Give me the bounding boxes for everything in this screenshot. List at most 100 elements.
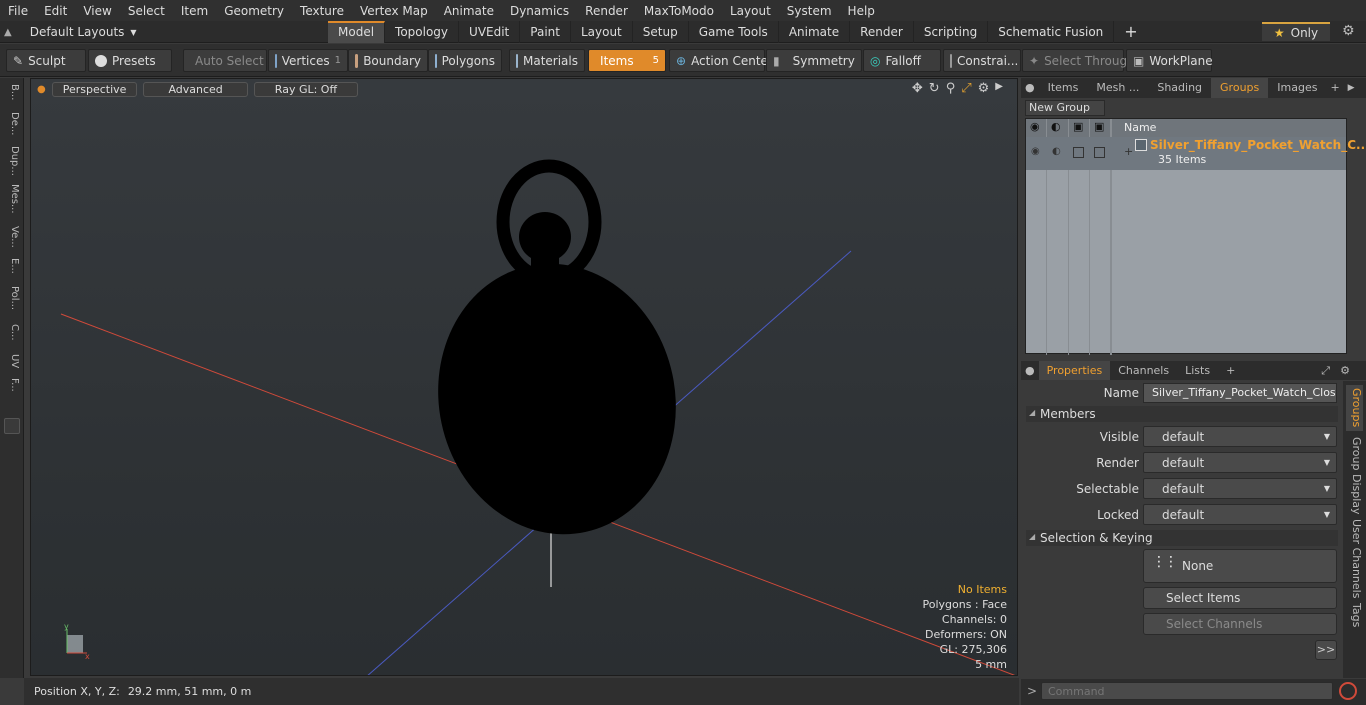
menu-render[interactable]: Render	[577, 4, 636, 18]
viewport-gear-icon[interactable]: ⚙	[978, 81, 990, 96]
tab-groups[interactable]: Groups	[1211, 78, 1269, 98]
tab-items[interactable]: Items	[1039, 78, 1088, 98]
row-render-icon[interactable]: ◐	[1052, 146, 1061, 157]
tab-paint[interactable]: Paint	[520, 21, 571, 43]
name-field[interactable]: Silver_Tiffany_Pocket_Watch_Closed	[1143, 383, 1337, 403]
tab-lists[interactable]: Lists	[1177, 361, 1218, 380]
menu-item[interactable]: Item	[173, 4, 216, 18]
items-button[interactable]: Items 5	[588, 49, 666, 72]
pan-icon[interactable]: ✥	[912, 81, 923, 96]
vtab-tags[interactable]: Tags	[1346, 603, 1363, 627]
viewport-menu-dot[interactable]: ●	[37, 84, 46, 95]
perspective-button[interactable]: Perspective	[51, 81, 138, 97]
menu-vertex-map[interactable]: Vertex Map	[352, 4, 436, 18]
menu-view[interactable]: View	[75, 4, 119, 18]
prop-gear-icon[interactable]: ⚙	[1338, 361, 1352, 380]
tab-setup[interactable]: Setup	[633, 21, 689, 43]
workplane-button[interactable]: ▣ WorkPlane	[1126, 49, 1213, 72]
advanced-button[interactable]: Advanced	[143, 81, 248, 97]
materials-button[interactable]: Materials	[509, 49, 585, 72]
strip-collapse-button[interactable]	[4, 418, 20, 434]
maximize-icon[interactable]: ⤢	[961, 81, 971, 96]
select-through-button[interactable]: ✦ Select Through	[1022, 49, 1135, 72]
constraints-button[interactable]: Constrai...	[943, 49, 1021, 72]
name-column-header[interactable]: Name	[1124, 121, 1156, 134]
select-channels-button[interactable]: Select Channels	[1143, 613, 1337, 635]
3d-viewport[interactable]: y x ● Perspective Advanced Ray GL: Off ✥…	[30, 78, 1018, 676]
strip-tab-fusion[interactable]: F...	[4, 378, 20, 392]
strip-tab-uv[interactable]: UV	[4, 354, 20, 368]
prop-expand-icon[interactable]: ⤢	[1313, 361, 1338, 380]
vtab-groups[interactable]: Groups	[1346, 385, 1363, 431]
visibility-eye-icon[interactable]: ◉	[1030, 120, 1040, 133]
menu-layout[interactable]: Layout	[722, 4, 779, 18]
visible-dropdown[interactable]: default ▼	[1143, 426, 1337, 447]
expand-icon[interactable]: +	[1124, 145, 1133, 158]
zoom-icon[interactable]: ⚲	[946, 81, 956, 96]
menu-maxtomodo[interactable]: MaxToModo	[636, 4, 722, 18]
row-select-checkbox[interactable]	[1094, 147, 1105, 158]
rotate-icon[interactable]: ↻	[929, 81, 940, 96]
only-toggle[interactable]: ★ Only	[1262, 22, 1330, 41]
polygons-button[interactable]: Polygons	[428, 49, 502, 72]
menu-dynamics[interactable]: Dynamics	[502, 4, 577, 18]
strip-tab-curve[interactable]: C...	[4, 324, 20, 341]
add-panel-tab-icon[interactable]: +	[1326, 78, 1343, 98]
selectable-dropdown[interactable]: default ▼	[1143, 478, 1337, 499]
symmetry-button[interactable]: ▮ Symmetry	[766, 49, 862, 72]
locked-dropdown[interactable]: default ▼	[1143, 504, 1337, 525]
tab-topology[interactable]: Topology	[385, 21, 460, 43]
presets-button[interactable]: Presets	[88, 49, 172, 72]
boundary-button[interactable]: Boundary	[348, 49, 428, 72]
tab-images[interactable]: Images	[1268, 78, 1326, 98]
row-lock-checkbox[interactable]	[1073, 147, 1084, 158]
strip-tab-edge[interactable]: E...	[4, 258, 20, 274]
menu-geometry[interactable]: Geometry	[216, 4, 292, 18]
none-button[interactable]: ⋮⋮ None	[1143, 549, 1337, 583]
record-icon[interactable]	[1339, 682, 1357, 700]
render-icon[interactable]: ◐	[1051, 120, 1061, 133]
strip-tab-vertex[interactable]: Ve...	[4, 226, 20, 248]
tab-game-tools[interactable]: Game Tools	[689, 21, 779, 43]
menu-file[interactable]: File	[0, 4, 36, 18]
strip-tab-deform[interactable]: De...	[4, 112, 20, 135]
tab-mesh[interactable]: Mesh ...	[1087, 78, 1148, 98]
vtab-user-channels[interactable]: User Channels	[1346, 519, 1363, 598]
raygl-button[interactable]: Ray GL: Off	[253, 81, 359, 97]
add-prop-tab-icon[interactable]: +	[1218, 361, 1243, 380]
auto-select-button[interactable]: Auto Select	[183, 49, 267, 72]
tab-render[interactable]: Render	[850, 21, 914, 43]
tab-schematic-fusion[interactable]: Schematic Fusion	[988, 21, 1115, 43]
sculpt-button[interactable]: ✎ Sculpt	[6, 49, 86, 72]
select-icon[interactable]: ▣	[1094, 120, 1104, 133]
strip-tab-polygon[interactable]: Pol...	[4, 286, 20, 310]
select-items-button[interactable]: Select Items	[1143, 587, 1337, 609]
menu-system[interactable]: System	[779, 4, 840, 18]
strip-tab-mesh[interactable]: Mes...	[4, 184, 20, 214]
tab-channels[interactable]: Channels	[1110, 361, 1177, 380]
vtab-group-display[interactable]: Group Display	[1346, 437, 1363, 515]
menu-texture[interactable]: Texture	[292, 4, 352, 18]
add-tab-icon[interactable]: +	[1114, 21, 1147, 43]
menu-select[interactable]: Select	[120, 4, 173, 18]
tab-layout[interactable]: Layout	[571, 21, 633, 43]
strip-tab-basic[interactable]: B...	[4, 84, 20, 100]
gear-icon[interactable]: ⚙	[1342, 23, 1355, 39]
action-center-button[interactable]: ⊕ Action Center	[669, 49, 773, 72]
menu-edit[interactable]: Edit	[36, 4, 75, 18]
menu-animate[interactable]: Animate	[436, 4, 502, 18]
panel-arrow-icon[interactable]: ▶	[1344, 78, 1359, 98]
strip-tab-duplicate[interactable]: Dup...	[4, 146, 20, 176]
tab-uvedit[interactable]: UVEdit	[459, 21, 521, 43]
panel-menu-dot[interactable]: ●	[1021, 78, 1039, 98]
tab-shading[interactable]: Shading	[1148, 78, 1211, 98]
default-layouts-dropdown[interactable]: ▲ Default Layouts ▼	[4, 21, 137, 43]
render-dropdown[interactable]: default ▼	[1143, 452, 1337, 473]
members-section[interactable]: Members	[1026, 406, 1338, 422]
play-arrow-icon[interactable]: ▶	[995, 81, 1003, 96]
tab-model[interactable]: Model	[328, 21, 386, 43]
group-row[interactable]: ◉ ◐ + Silver_Tiffany_Pocket_Watch_C... 3…	[1026, 137, 1366, 170]
lock-icon[interactable]: ▣	[1073, 120, 1083, 133]
new-group-button[interactable]: New Group	[1025, 100, 1105, 116]
vertices-button[interactable]: Vertices 1	[268, 49, 348, 72]
